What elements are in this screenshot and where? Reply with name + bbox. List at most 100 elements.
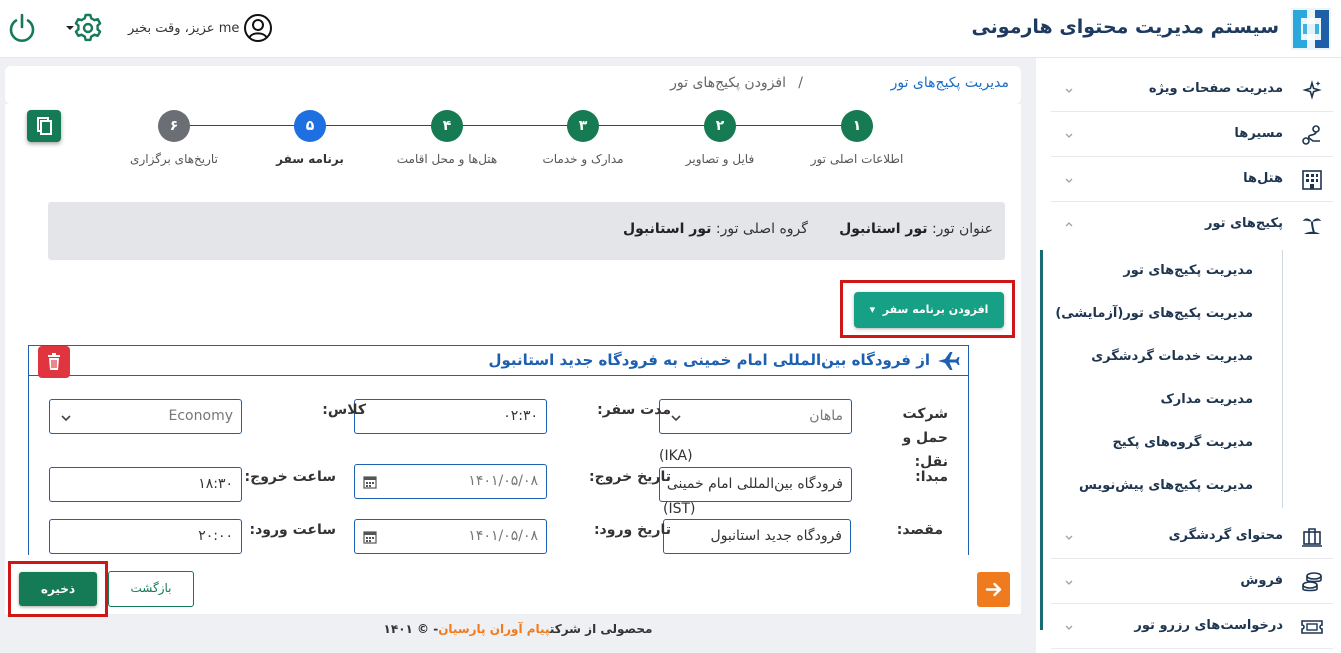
duration-label: مدت سفر: bbox=[597, 402, 671, 418]
submenu-item[interactable]: مدیریت خدمات گردشگری bbox=[1091, 349, 1253, 364]
tour-info-text: عنوان تور: تور استانبول گروه اصلی تور: ت… bbox=[623, 221, 993, 237]
sidebar-item-tourism-content[interactable]: محتوای گردشگری bbox=[1051, 515, 1333, 559]
submenu-item[interactable]: مدیریت پکیج‌های تور(آزمایشی) bbox=[1055, 306, 1253, 321]
step-number: ۲ bbox=[704, 110, 736, 142]
chevron-down-icon bbox=[1065, 133, 1073, 138]
departure-time-field[interactable]: ۱۸:۳۰ bbox=[49, 467, 242, 502]
arrival-time-value: ۲۰:۰۰ bbox=[198, 528, 233, 544]
app-title: سیستم مدیریت محتوای هارمونی bbox=[971, 16, 1279, 38]
luggage-icon bbox=[1302, 528, 1322, 547]
departure-date-label: تاریخ خروج: bbox=[589, 469, 671, 485]
copy-button[interactable] bbox=[27, 110, 61, 142]
class-label: کلاس: bbox=[322, 402, 366, 418]
step-label: تاریخ‌های برگزاری bbox=[130, 152, 218, 166]
chevron-down-icon bbox=[1065, 178, 1073, 183]
step-label: اطلاعات اصلی تور bbox=[810, 152, 904, 166]
breadcrumb-current: افزودن پکیج‌های تور bbox=[670, 75, 786, 91]
stepper-step[interactable]: ۴ هتل‌ها و محل اقامت bbox=[376, 110, 516, 170]
caret-down-icon: ▾ bbox=[869, 303, 879, 316]
step-number: ۱ bbox=[841, 110, 873, 142]
footer-company: پیام آوران پارسیان bbox=[438, 622, 550, 636]
origin-field[interactable]: فرودگاه بین‌المللی امام خمینی bbox=[659, 467, 852, 502]
destination-label: مقصد: bbox=[896, 522, 943, 538]
top-header: سیستم مدیریت محتوای هارمونی me عزیز، وقت… bbox=[0, 0, 1341, 58]
destination-field[interactable]: فرودگاه جدید استانبول bbox=[663, 519, 851, 554]
user-menu[interactable]: me عزیز، وقت بخیر bbox=[128, 13, 273, 43]
user-greeting: me عزیز، وقت بخیر bbox=[128, 20, 240, 36]
tour-title-value: تور استانبول bbox=[839, 221, 928, 237]
sparkles-icon bbox=[1302, 80, 1322, 100]
sidebar-label: مسیرها bbox=[1234, 126, 1283, 141]
step-number: ۶ bbox=[158, 110, 190, 142]
step-number: ۳ bbox=[567, 110, 599, 142]
settings-gear-icon[interactable] bbox=[60, 11, 104, 45]
sidebar-item-tour-packages[interactable]: پکیج‌های تور bbox=[1051, 203, 1333, 247]
breadcrumb: مدیریت پکیج‌های تور / افزودن پکیج‌های تو… bbox=[5, 66, 1021, 104]
stepper-step[interactable]: ۵ برنامه سفر bbox=[239, 110, 379, 170]
origin-value: فرودگاه بین‌المللی امام خمینی bbox=[666, 476, 843, 492]
step-label: فایل و تصاویر bbox=[685, 152, 755, 166]
breadcrumb-parent-link[interactable]: مدیریت پکیج‌های تور bbox=[891, 75, 1009, 91]
next-step-button[interactable] bbox=[977, 572, 1010, 607]
submenu-item[interactable]: مدیریت پکیج‌های پیش‌نویس bbox=[1079, 478, 1253, 493]
route-icon bbox=[1302, 125, 1320, 145]
chevron-down-icon bbox=[1065, 88, 1073, 93]
departure-date-field[interactable]: ۱۴۰۱/۰۵/۰۸ bbox=[354, 464, 547, 499]
arrival-time-field[interactable]: ۲۰:۰۰ bbox=[49, 519, 242, 554]
power-icon[interactable] bbox=[6, 12, 38, 44]
class-value: Economy bbox=[168, 408, 233, 424]
departure-time-value: ۱۸:۳۰ bbox=[198, 476, 233, 492]
sidebar-item-sales[interactable]: فروش bbox=[1051, 560, 1333, 604]
departure-date-value: ۱۴۰۱/۰۵/۰۸ bbox=[468, 473, 538, 489]
carrier-select[interactable]: ماهان bbox=[659, 399, 852, 434]
step-number: ۴ bbox=[431, 110, 463, 142]
carrier-value: ماهان bbox=[809, 408, 843, 424]
tour-group-value: تور استانبول bbox=[623, 221, 712, 237]
arrival-date-value: ۱۴۰۱/۰۵/۰۸ bbox=[468, 528, 538, 544]
coins-icon bbox=[1302, 572, 1322, 592]
app-root: سیستم مدیریت محتوای هارمونی me عزیز، وقت… bbox=[0, 0, 1341, 653]
footer-prefix: محصولی از شرکت bbox=[549, 622, 653, 636]
harmony-logo-icon bbox=[1291, 8, 1331, 50]
carrier-label: شرکت حمل و نقل: bbox=[900, 402, 948, 474]
save-button[interactable]: ذخیره bbox=[19, 572, 97, 606]
stepper-step[interactable]: ۳ مدارک و خدمات bbox=[512, 110, 652, 170]
duration-value: ۰۲:۳۰ bbox=[503, 408, 538, 424]
departure-time-label: ساعت خروج: bbox=[244, 469, 336, 485]
sidebar-label: پکیج‌های تور bbox=[1205, 216, 1283, 231]
stepper-step[interactable]: ۱ اطلاعات اصلی تور bbox=[786, 110, 926, 170]
itinerary-header: از فرودگاه بین‌المللی امام خمینی به فرود… bbox=[29, 346, 968, 376]
itinerary-panel: از فرودگاه بین‌المللی امام خمینی به فرود… bbox=[28, 345, 969, 555]
arrival-date-field[interactable]: ۱۴۰۱/۰۵/۰۸ bbox=[354, 519, 547, 554]
submenu-item[interactable]: مدیریت پکیج‌های تور bbox=[1123, 263, 1253, 278]
add-itinerary-button[interactable]: افزودن برنامه سفر ▾ bbox=[854, 292, 1004, 328]
class-select[interactable]: Economy bbox=[49, 399, 242, 434]
stepper-step[interactable]: ۲ فایل و تصاویر bbox=[649, 110, 789, 170]
submenu-item[interactable]: مدیریت گروه‌های پکیج bbox=[1112, 435, 1253, 450]
sidebar-item-hotels[interactable]: هتل‌ها bbox=[1051, 158, 1333, 202]
breadcrumb-separator: / bbox=[798, 75, 803, 91]
footer: محصولی از شرکتپیام آوران پارسیان- © ۱۴۰۱ bbox=[0, 622, 1036, 636]
arrow-right-icon bbox=[985, 582, 1002, 597]
duration-field[interactable]: ۰۲:۳۰ bbox=[354, 399, 547, 434]
sidebar-label: مدیریت صفحات ویژه bbox=[1148, 81, 1283, 96]
step-label: مدارک و خدمات bbox=[542, 152, 624, 166]
chevron-up-icon bbox=[1065, 222, 1073, 227]
tour-packages-submenu: مدیریت پکیج‌های تور مدیریت پکیج‌های تور(… bbox=[1043, 250, 1341, 512]
step-label: برنامه سفر bbox=[276, 152, 344, 166]
submenu-item[interactable]: مدیریت مدارک bbox=[1160, 392, 1253, 407]
sidebar-item-routes[interactable]: مسیرها bbox=[1051, 113, 1333, 157]
chevron-down-icon bbox=[1065, 580, 1073, 585]
chevron-down-icon bbox=[1065, 535, 1073, 540]
tour-title-label: عنوان تور: bbox=[931, 221, 993, 237]
sidebar-item-booking-requests[interactable]: درخواست‌های رزرو تور bbox=[1051, 605, 1333, 649]
carrier-label-text: شرکت حمل و نقل: bbox=[902, 406, 948, 470]
step-label: هتل‌ها و محل اقامت bbox=[396, 152, 498, 166]
sidebar-item-special-pages[interactable]: مدیریت صفحات ویژه bbox=[1051, 68, 1333, 112]
hotel-icon bbox=[1302, 170, 1322, 190]
destination-value: فرودگاه جدید استانبول bbox=[710, 528, 842, 544]
delete-itinerary-button[interactable] bbox=[38, 346, 70, 378]
chevron-down-icon bbox=[61, 415, 71, 422]
stepper-step[interactable]: ۶ تاریخ‌های برگزاری bbox=[103, 110, 243, 170]
back-button[interactable]: بازگشت bbox=[108, 571, 194, 607]
